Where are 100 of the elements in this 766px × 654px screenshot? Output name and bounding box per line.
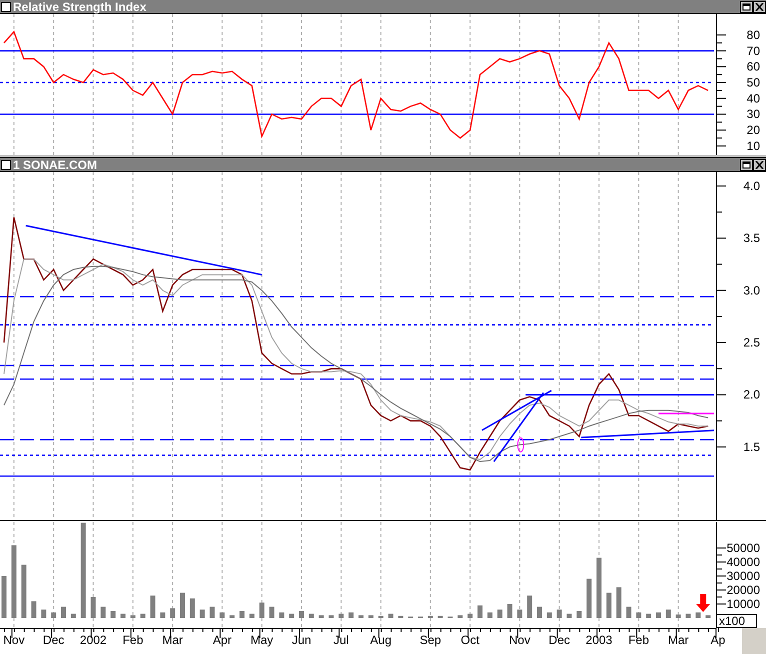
volume-bar bbox=[259, 602, 264, 618]
scrollbar-corner bbox=[742, 628, 766, 654]
axis-label: Feb bbox=[628, 633, 649, 647]
axis-label: 60 bbox=[746, 60, 760, 74]
restore-button[interactable] bbox=[740, 158, 753, 170]
axis-label: May bbox=[250, 633, 274, 647]
volume-bar bbox=[368, 615, 374, 618]
volume-bar bbox=[299, 611, 304, 618]
window-menu-icon[interactable] bbox=[1, 160, 11, 170]
volume-bar bbox=[328, 615, 334, 618]
volume-bar bbox=[487, 612, 492, 618]
volume-bar bbox=[566, 614, 572, 618]
axis-label: 30 bbox=[746, 107, 760, 122]
volume-bar bbox=[160, 612, 166, 618]
volume-bar bbox=[666, 610, 671, 618]
volume-bar bbox=[70, 614, 76, 618]
volume-bar bbox=[606, 592, 612, 618]
axis-label: Jul bbox=[334, 633, 349, 647]
volume-bar bbox=[626, 606, 632, 618]
axis-label: Mar bbox=[162, 633, 183, 647]
axis-label: Jun bbox=[292, 633, 312, 647]
volume-bar bbox=[378, 616, 384, 618]
restore-button[interactable] bbox=[740, 0, 753, 12]
volume-bar bbox=[686, 614, 691, 618]
volume-bar bbox=[586, 578, 592, 618]
volume-bar bbox=[200, 610, 205, 618]
volume-bar bbox=[478, 605, 482, 618]
axis-label: 10000 bbox=[726, 597, 760, 611]
volume-bar bbox=[517, 610, 522, 618]
volume-bar bbox=[338, 614, 344, 618]
axis-label: 2002 bbox=[80, 633, 107, 647]
volume-bar bbox=[388, 614, 394, 618]
volume-bar bbox=[279, 612, 284, 618]
volume-bar bbox=[100, 606, 106, 618]
axis-label: Feb bbox=[122, 633, 144, 647]
volume-bar bbox=[240, 611, 244, 618]
axis-label: 10 bbox=[746, 138, 760, 153]
volume-bar bbox=[21, 564, 26, 618]
close-button[interactable] bbox=[753, 0, 766, 12]
volume-bar bbox=[61, 606, 66, 618]
volume-bar bbox=[656, 612, 661, 618]
axis-label: 4.0 bbox=[743, 178, 760, 193]
volume-bar bbox=[616, 587, 622, 618]
axis-label: 70 bbox=[746, 44, 760, 58]
volume-bar bbox=[190, 598, 195, 618]
scale-label: x100 bbox=[716, 614, 757, 628]
volume-bar bbox=[120, 614, 126, 618]
volume-bar bbox=[596, 558, 602, 618]
volume-bar bbox=[636, 612, 642, 618]
volume-bar bbox=[90, 597, 96, 618]
volume-bar bbox=[428, 616, 433, 618]
volume-bar bbox=[576, 611, 582, 618]
window-menu-icon[interactable] bbox=[1, 2, 11, 12]
axis-label: 40 bbox=[746, 91, 760, 106]
volume-bar bbox=[180, 592, 185, 618]
axis-label: Sep bbox=[420, 633, 442, 647]
axis-label: 80 bbox=[746, 28, 760, 42]
volume-bar bbox=[348, 612, 354, 618]
volume-bar bbox=[308, 614, 314, 618]
volume-bar bbox=[537, 606, 542, 618]
panel-title: Relative Strength Index bbox=[12, 0, 148, 14]
axis-label: Ap bbox=[710, 633, 726, 647]
axis-label: 40000 bbox=[726, 555, 760, 569]
volume-bar bbox=[230, 615, 235, 618]
axis-label: Apr bbox=[212, 633, 232, 647]
volume-bar bbox=[507, 604, 512, 618]
volume-bar bbox=[170, 608, 176, 618]
volume-bar bbox=[31, 601, 36, 618]
axis-label: 2003 bbox=[586, 633, 612, 647]
volume-bar bbox=[527, 596, 532, 618]
volume-bar bbox=[458, 615, 463, 618]
axis-label: Nov bbox=[509, 633, 530, 647]
axis-label: Oct bbox=[460, 633, 480, 647]
volume-bar bbox=[140, 614, 146, 618]
volume-bar bbox=[358, 615, 364, 618]
axis-label: 3.5 bbox=[743, 231, 760, 246]
axis-label: Aug bbox=[370, 633, 392, 647]
axis-label: 20000 bbox=[726, 583, 760, 597]
volume-bar bbox=[706, 615, 711, 618]
volume-bar bbox=[150, 596, 156, 618]
axis-label: 50000 bbox=[726, 541, 760, 555]
axis-label: Dec bbox=[548, 633, 570, 647]
close-button[interactable] bbox=[753, 158, 766, 170]
volume-bar bbox=[468, 614, 473, 618]
panel-title: 1 SONAE.COM bbox=[12, 158, 98, 172]
volume-bar bbox=[249, 614, 254, 618]
volume-bar bbox=[41, 610, 46, 618]
volume-bar bbox=[2, 576, 6, 618]
volume-bar bbox=[646, 614, 652, 618]
volume-bar bbox=[546, 612, 552, 618]
axis-label: 20 bbox=[746, 123, 760, 138]
axis-label: 1.5 bbox=[743, 440, 760, 454]
marker-ellipse bbox=[517, 437, 524, 452]
down-arrow-icon bbox=[696, 594, 710, 612]
axis-label: 30000 bbox=[726, 569, 760, 583]
volume-bar bbox=[269, 606, 274, 618]
volume-bar bbox=[556, 610, 562, 618]
axis-label: 2.5 bbox=[743, 336, 760, 350]
volume-bar bbox=[398, 616, 404, 618]
volume-bar bbox=[438, 616, 443, 618]
